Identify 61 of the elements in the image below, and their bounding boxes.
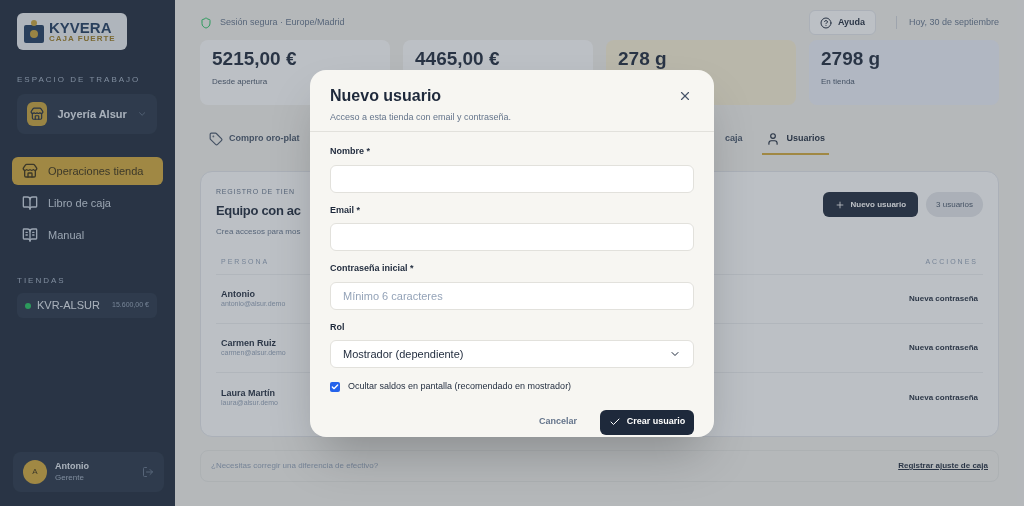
plus-icon (834, 199, 845, 210)
help-button[interactable]: Ayuda (808, 10, 877, 35)
close-icon (678, 89, 692, 103)
shield-icon (200, 16, 212, 29)
avatar: A (23, 460, 47, 484)
input-field[interactable] (330, 164, 694, 193)
logout-icon[interactable] (142, 466, 154, 478)
check-icon (608, 416, 621, 428)
reset-password-link[interactable]: Nueva contraseña (909, 391, 978, 404)
safe-icon (23, 19, 45, 44)
stat-value: 5215,00 € (212, 47, 298, 71)
session-status: Sesión segura · Europe/Madrid (220, 15, 346, 29)
reset-password-link[interactable]: Nueva contraseña (909, 342, 978, 354)
field-label: Contraseña inicial * (330, 262, 415, 275)
section-label: TIENDAS (17, 275, 67, 287)
new-user-button[interactable]: Nuevo usuario (822, 192, 919, 217)
store-icon (22, 163, 38, 179)
user-name: Antonio (55, 461, 90, 473)
logo-tagline: CAJA FUERTE (49, 35, 116, 43)
person-name: Carmen Ruiz (221, 338, 277, 350)
help-icon (819, 16, 832, 29)
role-select[interactable]: Mostrador (dependiente) (330, 340, 694, 368)
user-role: Gerente (55, 472, 85, 483)
field-label: Email * (330, 203, 361, 217)
date-label: Hoy, 30 de septiembre (896, 15, 999, 30)
person-name: Antonio (221, 289, 256, 301)
workspace-icon (27, 102, 48, 126)
nav-item[interactable]: Operaciones tienda (12, 157, 163, 185)
panel-title: Equipo con ac (216, 201, 301, 220)
tab[interactable]: Usuarios (762, 125, 829, 155)
dialog-subtitle: Acceso a esta tienda con email y contraseña. (330, 111, 513, 124)
stat-value: 278 g (618, 47, 668, 71)
workspace-selector[interactable]: Joyería Alsur (17, 94, 157, 134)
field-label: Nombre * (330, 145, 371, 158)
nav-item[interactable]: Libro de caja (12, 189, 163, 217)
book-icon (22, 227, 38, 243)
person-name: Laura Martín (221, 387, 276, 399)
tag-icon (209, 132, 223, 146)
tab[interactable]: caja (720, 125, 747, 155)
book-icon (22, 195, 38, 211)
stat-value: 2798 g (821, 47, 882, 71)
input-field[interactable] (330, 223, 694, 251)
user-icon (766, 132, 781, 146)
logo-name: KYVERA (49, 20, 113, 35)
create-user-button[interactable]: Crear usuario (600, 409, 694, 435)
field-label: Rol (330, 320, 346, 334)
checkbox-label: Ocultar saldos en pantalla (recomendado en mostrador) (348, 380, 572, 393)
nav-item[interactable]: Manual (12, 221, 163, 249)
section-label: ESPACIO DE TRABAJO (17, 74, 142, 86)
dialog-title: Nuevo usuario (330, 86, 443, 106)
user-count-badge: 3 usuarios (926, 192, 983, 217)
adjustment-link[interactable]: Registrar ajuste de caja (898, 460, 988, 472)
panel-description: Crea accesos para mos (216, 226, 301, 238)
checkbox[interactable] (330, 381, 340, 392)
stat-value: 4465,00 € (415, 47, 501, 71)
input-field[interactable]: Mínimo 6 caracteres (330, 281, 694, 310)
tab[interactable]: Compro oro-plat (205, 125, 304, 155)
reset-password-link[interactable]: Nueva contraseña (909, 293, 978, 305)
stat-caption: Desde apertura (212, 75, 269, 88)
cancel-button[interactable]: Cancelar (532, 409, 583, 435)
stat-caption: En tienda (821, 75, 856, 88)
